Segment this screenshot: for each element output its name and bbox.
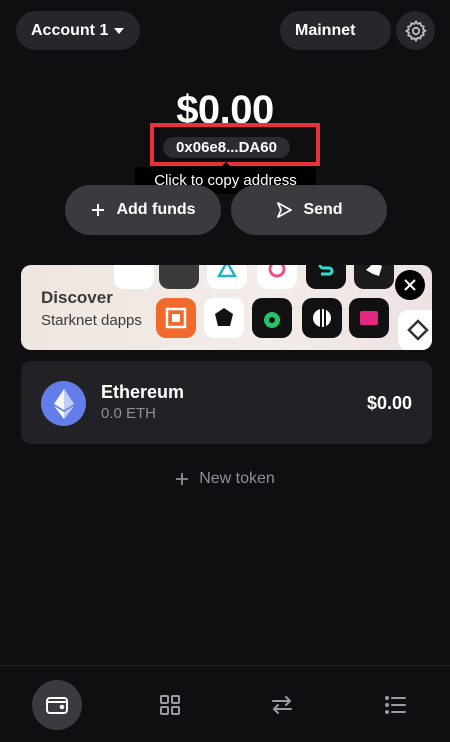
network-label: Mainnet — [295, 21, 356, 39]
plus-icon — [92, 204, 105, 216]
dapp-tile-icon — [302, 298, 342, 338]
ethereum-icon — [41, 381, 86, 426]
token-name: Ethereum — [101, 382, 185, 402]
dapp-tile-icon — [306, 265, 346, 289]
nav-apps[interactable] — [145, 680, 195, 730]
discover-title: Discover — [41, 288, 113, 307]
dapp-tile-icon — [398, 310, 432, 350]
bottom-navigation — [0, 665, 450, 742]
activity-list-icon — [385, 696, 406, 714]
gear-icon — [404, 19, 427, 42]
token-row-ethereum[interactable]: Ethereum 0.0 ETH $0.00 — [21, 361, 432, 444]
add-funds-label: Add funds — [116, 201, 196, 218]
nav-wallet[interactable] — [32, 680, 82, 730]
send-button[interactable]: Send — [231, 185, 387, 235]
dapp-tile-icon — [349, 298, 389, 338]
nav-swap[interactable] — [257, 680, 307, 730]
new-token-button[interactable]: New token — [0, 470, 450, 488]
account-selector[interactable]: Account 1 — [16, 11, 140, 50]
discover-subtitle: Starknet dapps — [41, 312, 142, 329]
wallet-icon — [46, 697, 68, 714]
dapp-tile-icon — [159, 265, 199, 289]
dapp-tile-icon — [204, 298, 244, 338]
plus-icon — [176, 473, 189, 485]
caret-down-icon — [114, 27, 125, 34]
close-icon — [404, 279, 416, 291]
token-amount: 0.0 ETH — [101, 405, 157, 422]
dapp-tile-icon — [156, 298, 196, 338]
network-selector[interactable]: Mainnet — [280, 11, 391, 50]
nav-activity[interactable] — [370, 680, 420, 730]
dapp-tile-icon — [257, 265, 297, 289]
close-banner-button[interactable] — [395, 270, 425, 300]
dapp-tile-icon — [114, 265, 154, 289]
address-copy-button[interactable]: 0x06e8...DA60 — [163, 137, 290, 158]
send-label: Send — [303, 201, 343, 218]
dapp-tile-icon — [252, 298, 292, 338]
dapp-tile-icon — [207, 265, 247, 289]
dapp-tile-icon — [354, 265, 394, 289]
top-bar: Account 1 Mainnet — [0, 0, 450, 62]
token-value: $0.00 — [366, 393, 412, 413]
new-token-label: New token — [199, 470, 275, 487]
settings-button[interactable] — [396, 11, 435, 50]
swap-arrows-icon — [272, 696, 292, 714]
discover-banner[interactable]: Discover Starknet dapps — [21, 265, 432, 350]
account-label: Account 1 — [31, 21, 109, 39]
apps-grid-icon — [160, 695, 180, 715]
send-arrow-icon — [277, 202, 293, 218]
add-funds-button[interactable]: Add funds — [65, 185, 221, 235]
